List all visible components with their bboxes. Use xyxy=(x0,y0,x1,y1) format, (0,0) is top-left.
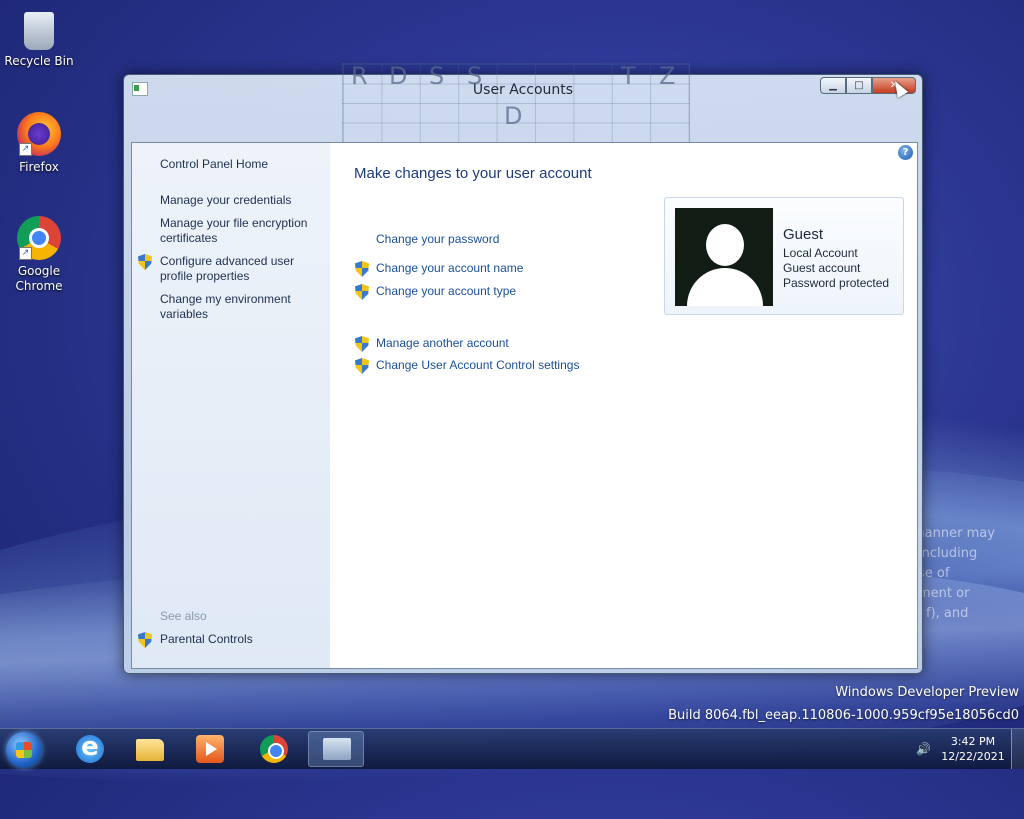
user-account-type: Guest account xyxy=(783,261,861,275)
taskbar: 🔊 3:42 PM 12/22/2021 xyxy=(0,728,1024,769)
speaker-icon[interactable]: 🔊 xyxy=(916,742,931,756)
uac-shield-icon xyxy=(355,261,369,277)
taskbar-clock[interactable]: 3:42 PM 12/22/2021 xyxy=(938,734,1008,764)
shortcut-arrow-icon: ↗ xyxy=(19,247,32,260)
uac-shield-icon xyxy=(138,632,152,648)
user-account-scope: Local Account xyxy=(783,246,858,260)
change-uac-settings-link[interactable]: Change User Account Control settings xyxy=(376,358,579,372)
maximize-button[interactable]: □ xyxy=(846,77,872,94)
chrome-icon xyxy=(260,735,288,763)
user-password-status: Password protected xyxy=(783,276,890,290)
uac-shield-icon xyxy=(355,358,369,374)
uac-shield-icon xyxy=(355,336,369,352)
desktop-icon-chrome[interactable]: ↗ Google Chrome xyxy=(3,216,75,294)
active-window-icon xyxy=(323,738,351,760)
recycle-bin-icon xyxy=(24,12,54,50)
left-navigation-pane: Control Panel Home Manage your credentia… xyxy=(132,143,330,668)
desktop-icon-recycle-bin[interactable]: Recycle Bin xyxy=(3,8,75,69)
user-accounts-window: R D S S T Z D User Accounts ▁ □ ✕ Contro… xyxy=(123,62,923,674)
change-account-type-link[interactable]: Change your account type xyxy=(376,284,516,298)
desktop-icon-label: Google Chrome xyxy=(15,264,63,293)
window-client-area: Control Panel Home Manage your credentia… xyxy=(131,142,918,669)
background-legal-text: manner may including se of ment or f), a… xyxy=(912,526,995,621)
page-title: Make changes to your user account xyxy=(354,165,592,182)
watermark-edition: Windows Developer Preview xyxy=(835,685,1019,700)
control-panel-home-link[interactable]: Control Panel Home xyxy=(160,157,320,172)
internet-explorer-icon xyxy=(76,732,104,763)
change-password-link[interactable]: Change your password xyxy=(376,232,499,246)
clock-time: 3:42 PM xyxy=(950,735,996,748)
manage-another-account-link[interactable]: Manage another account xyxy=(376,336,509,350)
taskbar-user-accounts-window[interactable] xyxy=(308,731,364,767)
show-desktop-button[interactable] xyxy=(1011,729,1024,769)
taskbar-chrome[interactable] xyxy=(246,731,302,767)
manage-credentials-link[interactable]: Manage your credentials xyxy=(160,193,320,208)
user-account-card: Guest Local Account Guest account Passwo… xyxy=(664,197,904,315)
minimize-button[interactable]: ▁ xyxy=(820,77,846,94)
configure-profile-properties-link[interactable]: Configure advanced user profile properti… xyxy=(160,254,320,284)
avatar xyxy=(675,208,773,306)
file-explorer-icon xyxy=(136,739,164,761)
manage-file-encryption-link[interactable]: Manage your file encryption certificates xyxy=(160,216,320,246)
taskbar-file-explorer[interactable] xyxy=(122,731,178,767)
window-title: User Accounts xyxy=(472,82,574,98)
clock-date: 12/22/2021 xyxy=(941,750,1005,763)
taskbar-internet-explorer[interactable] xyxy=(62,731,118,767)
firefox-icon: ↗ xyxy=(17,112,61,156)
letter-grid-overlay: R D S S T Z D xyxy=(342,62,690,143)
parental-controls-link[interactable]: Parental Controls xyxy=(160,632,320,647)
desktop-icon-label: Firefox xyxy=(19,160,59,174)
desktop-icon-firefox[interactable]: ↗ Firefox xyxy=(3,112,75,175)
uac-shield-icon xyxy=(138,254,152,270)
desktop-icon-label: Recycle Bin xyxy=(4,54,74,68)
watermark-build: Build 8064.fbl_eeap.110806-1000.959cf95e… xyxy=(668,708,1019,723)
start-button[interactable] xyxy=(6,732,42,768)
user-name: Guest xyxy=(783,226,824,243)
taskbar-media-player[interactable] xyxy=(182,731,238,767)
help-icon[interactable]: ? xyxy=(898,145,913,160)
uac-shield-icon xyxy=(355,284,369,300)
media-player-icon xyxy=(196,735,224,763)
user-silhouette-icon xyxy=(706,224,744,266)
grid-letter: D xyxy=(504,102,523,130)
change-environment-variables-link[interactable]: Change my environment variables xyxy=(160,292,320,322)
see-also-label: See also xyxy=(160,609,207,623)
chrome-icon: ↗ xyxy=(17,216,61,260)
shortcut-arrow-icon: ↗ xyxy=(19,143,32,156)
change-account-name-link[interactable]: Change your account name xyxy=(376,261,523,275)
